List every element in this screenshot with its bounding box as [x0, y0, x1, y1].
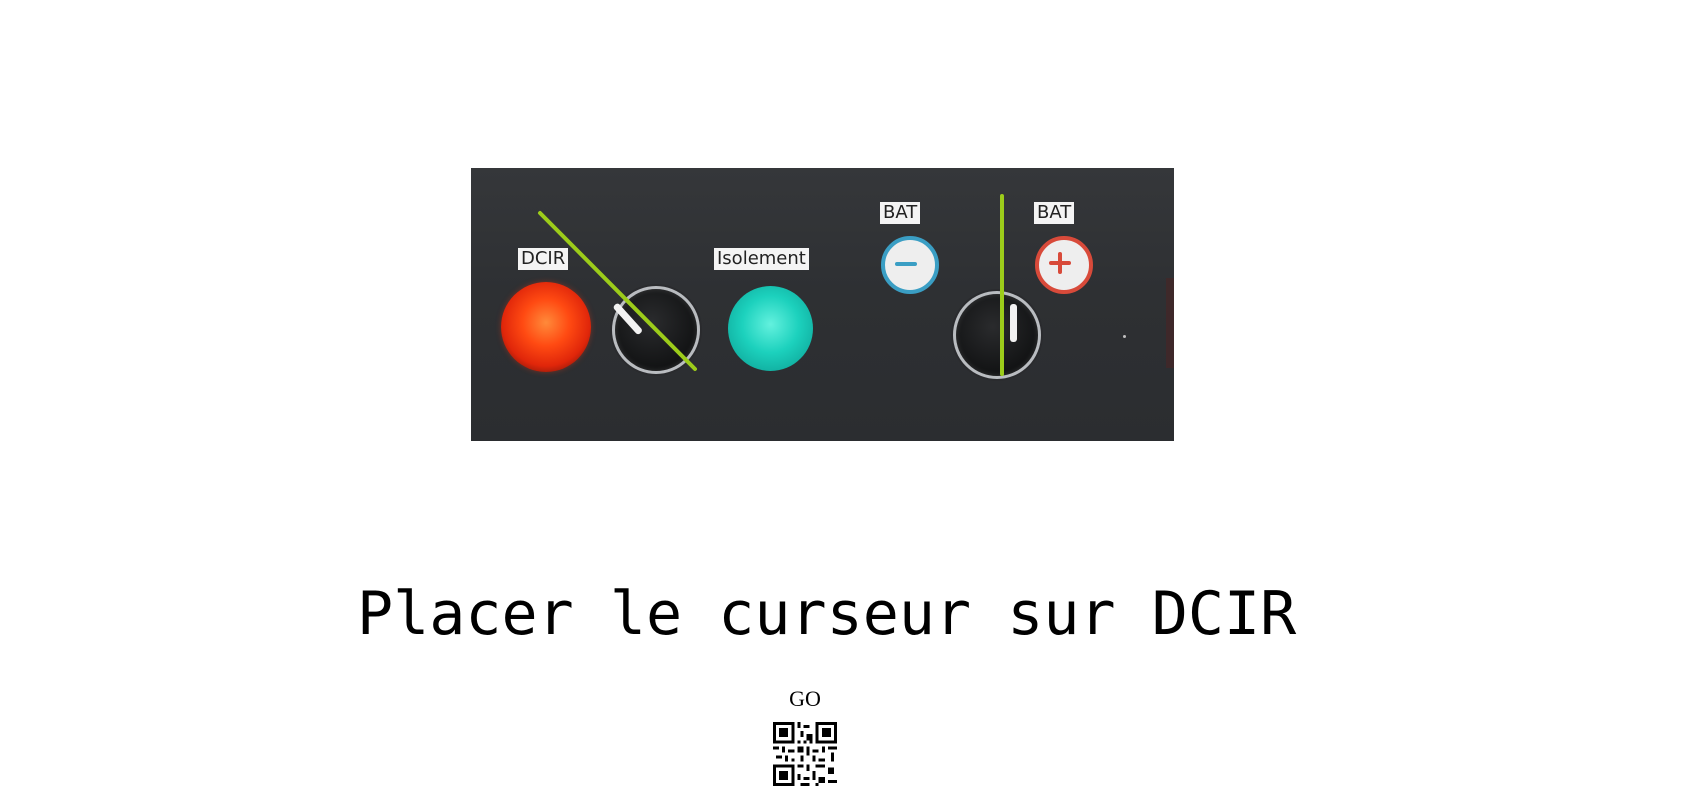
bat-minus-label: BAT — [880, 202, 921, 224]
isolement-label: Isolement — [714, 248, 809, 270]
instruction-text: Placer le curseur sur DCIR — [357, 579, 1297, 649]
bat-selector-switch[interactable] — [953, 291, 1041, 379]
control-panel-image: DCIR Isolement BAT BAT — [471, 168, 1174, 441]
dcir-isolement-selector-switch[interactable] — [612, 286, 700, 374]
selector-pointer — [1010, 304, 1017, 342]
dcir-label: DCIR — [518, 248, 569, 270]
bat-plus-label: BAT — [1034, 202, 1075, 224]
dcir-indicator-lamp — [501, 282, 591, 372]
selector-pointer — [612, 302, 644, 336]
qr-code-icon[interactable] — [773, 722, 837, 786]
go-label: GO — [789, 686, 821, 711]
panel-screw-dot — [1123, 335, 1126, 338]
isolement-indicator-lamp — [728, 286, 813, 371]
bat-minus-button[interactable] — [881, 236, 939, 294]
minus-icon — [895, 262, 917, 266]
plus-icon — [1049, 252, 1071, 274]
bat-plus-button[interactable] — [1035, 236, 1093, 294]
panel-edge — [1166, 278, 1174, 368]
